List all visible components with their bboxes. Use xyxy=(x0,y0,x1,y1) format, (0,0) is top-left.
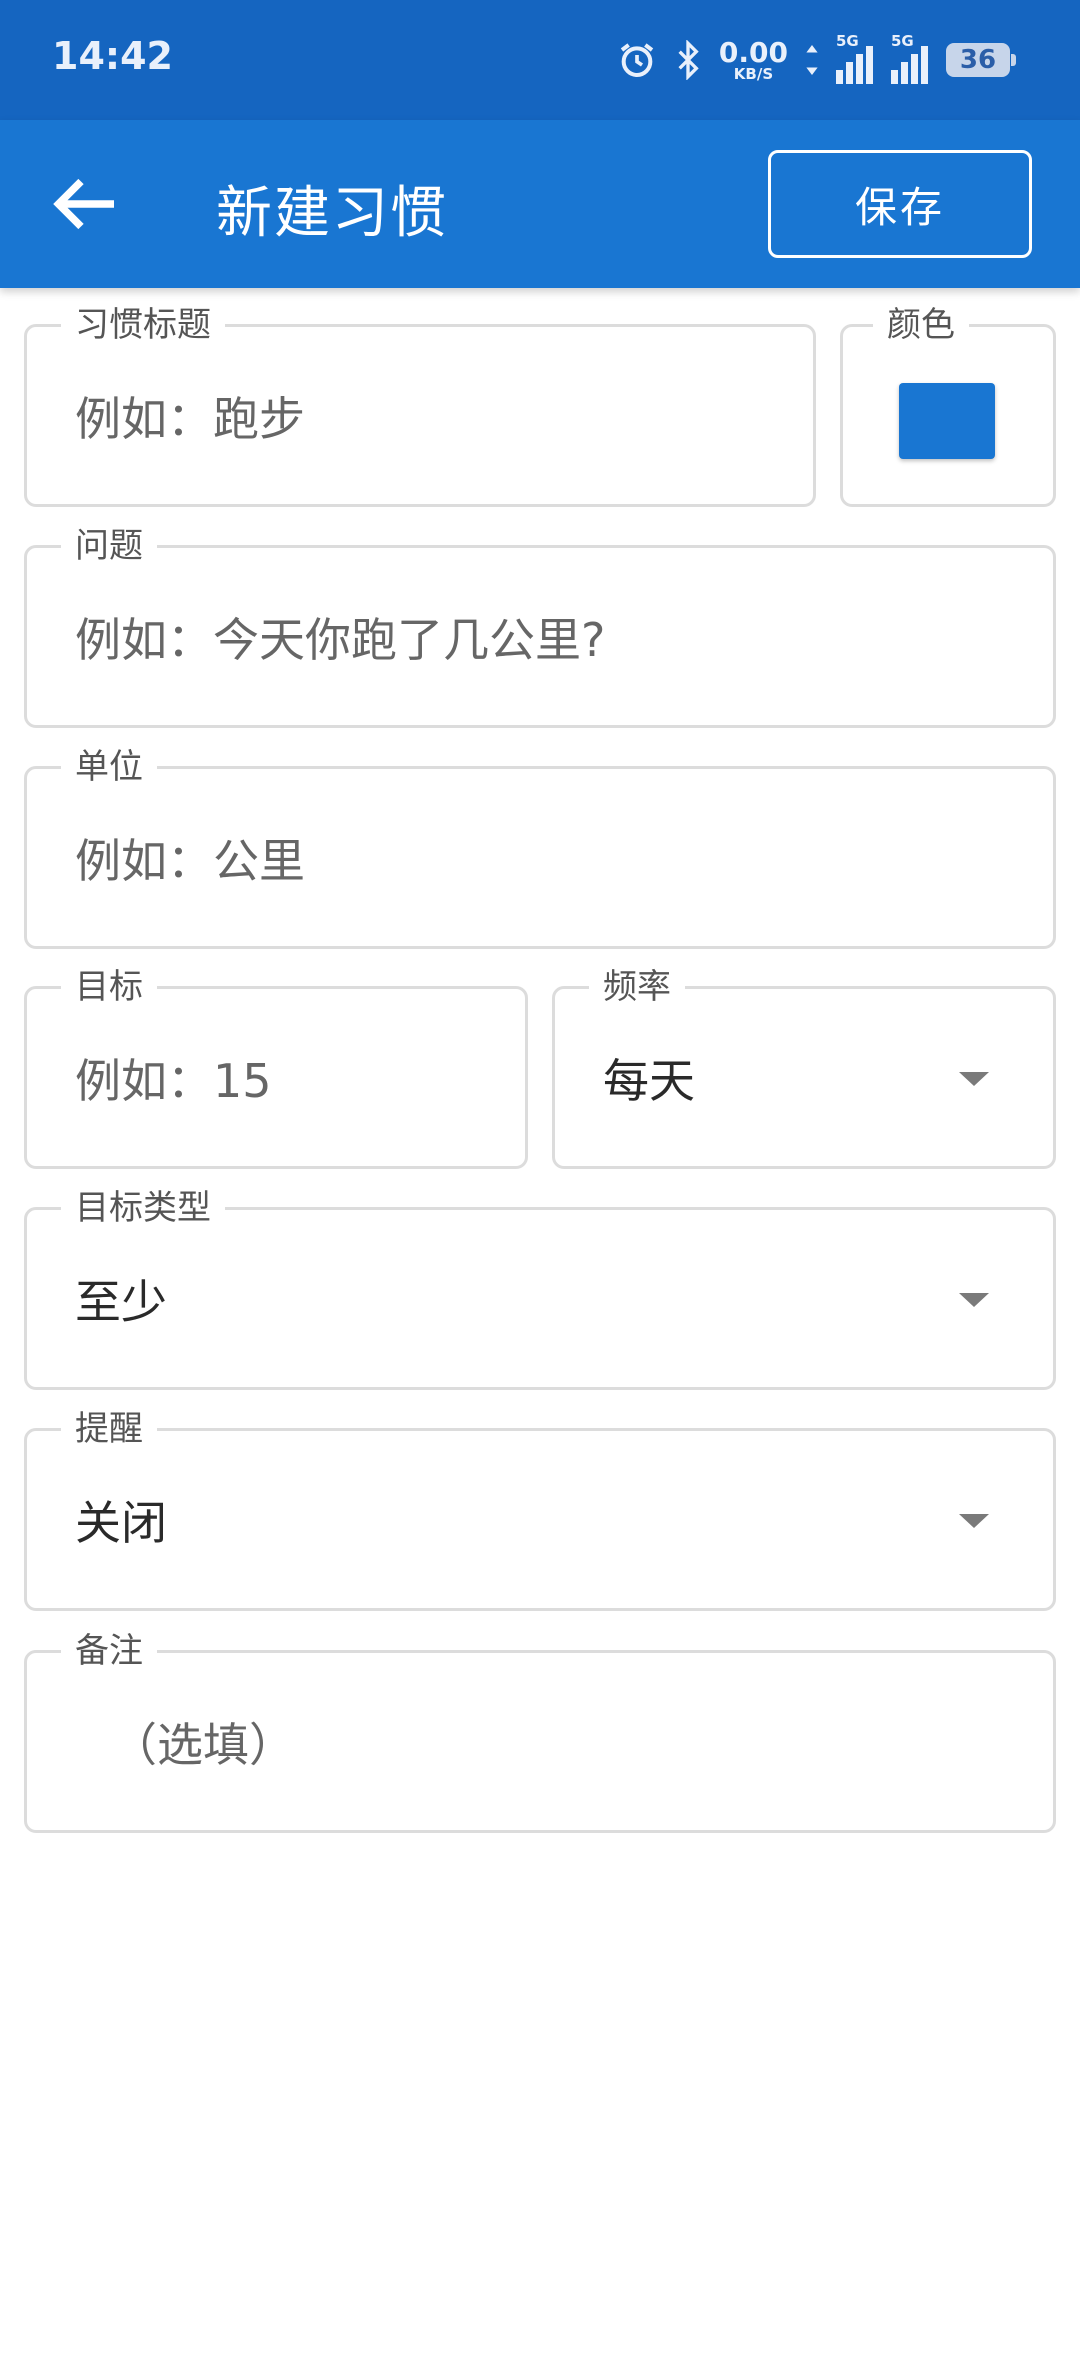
dropdown-arrow-icon xyxy=(959,1292,989,1307)
dropdown-arrow-icon xyxy=(959,1071,989,1086)
frequency-value: 每天 xyxy=(603,1053,695,1108)
notes-field[interactable]: 备注 （选填） xyxy=(24,1631,1056,1833)
signal-icon-2: 5G xyxy=(891,32,928,84)
habit-title-field[interactable]: 习惯标题 例如：跑步 xyxy=(24,305,816,507)
app-bar: 新建习惯 保存 xyxy=(0,120,1080,288)
question-placeholder: 例如：今天你跑了几公里? xyxy=(75,612,606,667)
arrow-back-icon xyxy=(53,178,114,230)
alarm-icon xyxy=(620,43,654,77)
dropdown-arrow-icon xyxy=(959,1513,989,1528)
battery-level: 36 xyxy=(959,45,997,75)
signal-label: 5G xyxy=(836,32,859,50)
bluetooth-icon xyxy=(678,40,699,80)
status-icons: 0.00 KB/S 5G 5G 36 xyxy=(617,30,1016,90)
battery-icon: 36 xyxy=(946,43,1016,77)
status-time: 14:42 xyxy=(52,34,173,78)
target-type-select[interactable]: 目标类型 至少 xyxy=(24,1188,1056,1390)
status-bar: 14:42 0.00 KB/S 5G 5G 36 xyxy=(0,0,1080,120)
net-speed-unit: KB/S xyxy=(733,64,774,83)
back-button[interactable] xyxy=(48,174,120,234)
frequency-select[interactable]: 频率 每天 xyxy=(552,967,1056,1169)
page-title: 新建习惯 xyxy=(216,181,448,246)
signal-label-2: 5G xyxy=(891,32,914,50)
signal-icon: 5G xyxy=(836,32,873,84)
target-placeholder: 例如：15 xyxy=(75,1053,272,1108)
save-button[interactable]: 保存 xyxy=(768,150,1032,258)
reminder-value: 关闭 xyxy=(75,1495,167,1550)
net-speed: 0.00 KB/S xyxy=(718,35,788,83)
color-swatch[interactable] xyxy=(899,383,995,459)
question-field[interactable]: 问题 例如：今天你跑了几公里? xyxy=(24,526,1056,728)
unit-field[interactable]: 单位 例如：公里 xyxy=(24,747,1056,949)
habit-title-placeholder: 例如：跑步 xyxy=(75,391,305,446)
unit-placeholder: 例如：公里 xyxy=(75,833,305,888)
data-transfer-icon xyxy=(806,45,818,75)
reminder-select[interactable]: 提醒 关闭 xyxy=(24,1409,1056,1611)
target-field[interactable]: 目标 例如：15 xyxy=(24,967,528,1169)
notes-placeholder: （选填） xyxy=(111,1717,295,1772)
net-speed-value: 0.00 xyxy=(718,35,788,69)
color-label: 颜色 xyxy=(873,305,969,345)
target-type-value: 至少 xyxy=(75,1274,167,1329)
color-field[interactable]: 颜色 xyxy=(840,305,1056,507)
